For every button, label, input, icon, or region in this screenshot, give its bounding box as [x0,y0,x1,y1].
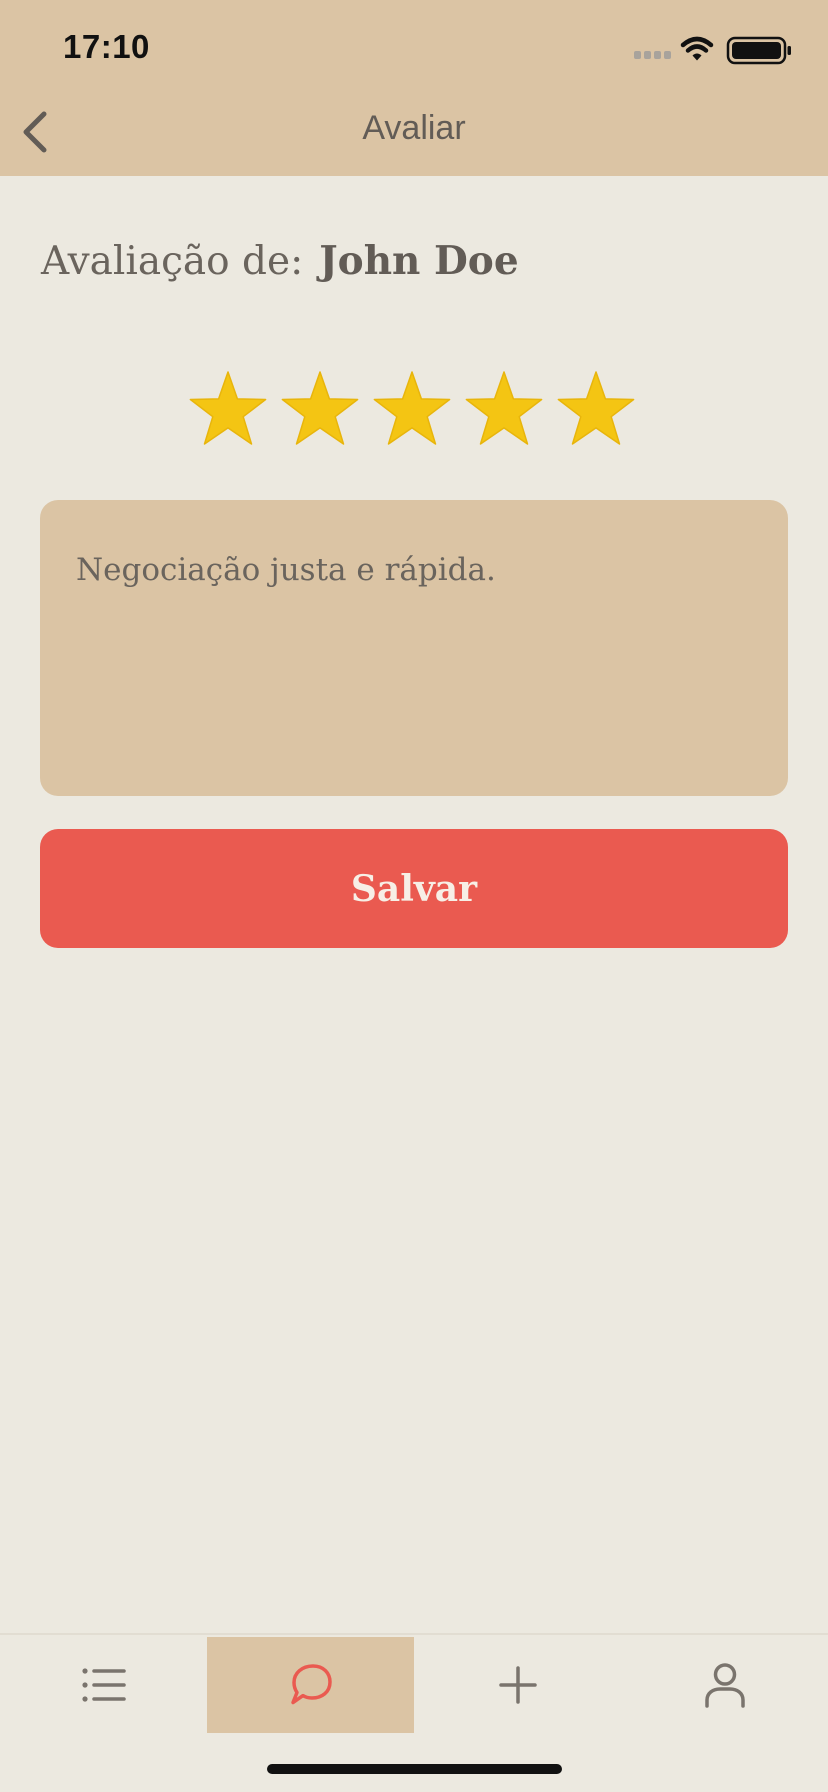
user-icon [704,1663,745,1708]
tab-list[interactable] [0,1637,207,1733]
star-icon-1[interactable] [188,370,268,450]
star-icon-3[interactable] [372,370,452,450]
review-subject: Avaliação de: John Doe [41,238,519,284]
chat-bubble-icon [290,1664,332,1705]
star-icon-2[interactable] [280,370,360,450]
plus-icon [498,1666,537,1704]
list-icon [81,1668,126,1702]
comment-textarea[interactable]: Negociação justa e rápida. [40,500,788,796]
comment-text: Negociação justa e rápida. [76,552,496,588]
page-title: Avaliar [362,109,466,147]
battery-icon [726,36,791,65]
tab-profile[interactable] [621,1637,828,1733]
review-subject-label: Avaliação de: [41,239,304,284]
save-button[interactable]: Salvar [40,829,788,948]
status-icons [634,36,791,65]
home-indicator [267,1764,562,1774]
tab-chats[interactable] [207,1637,414,1733]
reviewed-user-name: John Doe [319,238,519,284]
star-icon-5[interactable] [556,370,636,450]
status-time: 17:10 [63,28,150,65]
star-icon-4[interactable] [464,370,544,450]
tab-add[interactable] [414,1637,621,1733]
star-rating [188,370,636,450]
nav-header: 17:10 Avaliar [0,0,828,176]
signal-icon [634,51,671,59]
wifi-icon [680,36,714,61]
